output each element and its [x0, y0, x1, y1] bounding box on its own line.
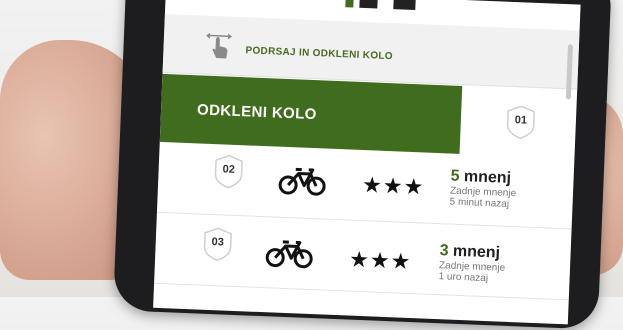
last-review-line2: 5 minut nazaj [449, 196, 510, 210]
station-number: 03 [211, 236, 225, 249]
calendar-icon [393, 0, 416, 11]
reviews-summary: 3 mnenj Zadnje mnenje 1 uro nazaj [438, 242, 506, 285]
rating-stars: ★★★ [361, 172, 425, 200]
review-count: 5 [450, 167, 460, 185]
rating-stars: ★★★ [348, 246, 412, 275]
card-icon [359, 0, 378, 9]
bike-icon [265, 240, 313, 269]
station-number: 02 [222, 163, 236, 176]
unlock-bike-label: ODKLENI KOLO [196, 101, 318, 124]
station-badge: 01 [505, 105, 536, 140]
swipe-hint-text: PODRSAJ IN ODKLENI KOLO [245, 45, 394, 63]
review-count: 3 [439, 242, 449, 260]
reviews-summary: 5 mnenj Zadnje mnenje 5 minut nazaj [449, 168, 517, 211]
review-count-label: mnenj [463, 168, 512, 187]
top-icons [345, 0, 425, 12]
station-badge: 03 [202, 227, 233, 262]
phone-frame: PODRSAJ IN ODKLENI KOLO ODKLENI KOLO 01 … [112, 0, 613, 330]
swipe-hand-icon [206, 32, 233, 59]
unlock-bike-button[interactable]: ODKLENI KOLO [159, 73, 463, 154]
bike-icon [278, 167, 326, 196]
app-screen: PODRSAJ IN ODKLENI KOLO ODKLENI KOLO 01 … [153, 0, 581, 325]
status-dot-icon [345, 0, 354, 8]
station-number: 01 [514, 114, 528, 127]
review-count-label: mnenj [452, 242, 501, 262]
station-badge: 02 [213, 154, 244, 189]
